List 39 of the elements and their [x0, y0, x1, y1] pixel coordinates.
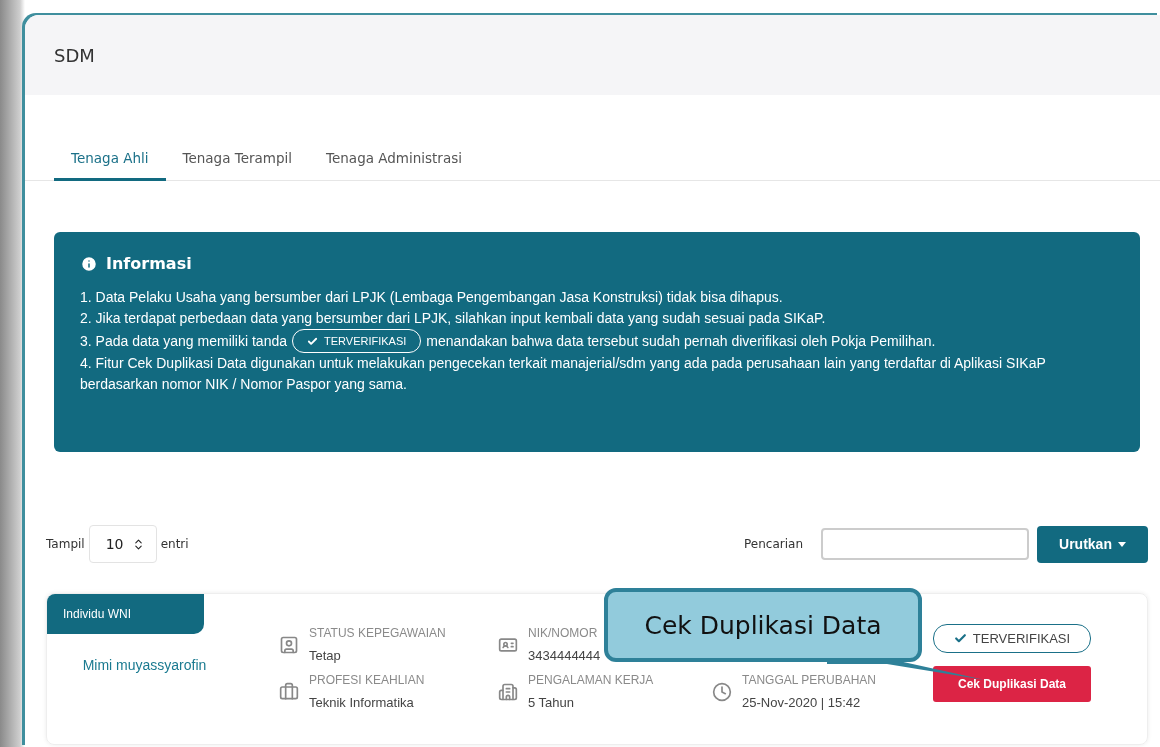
entries-label: entri [160, 537, 189, 551]
caret-icon [1117, 541, 1126, 547]
search-field[interactable] [821, 528, 1029, 560]
badge-icon [279, 634, 299, 655]
field-value: 25-Nov-2020 | 15:42 [742, 695, 862, 710]
info-text: 1. Data Pelaku Usaha yang bersumber dari LPJK (Lembaga Pengembangan Jasa Konstruksi) tidak bisa dihapus. [80, 288, 784, 307]
tab[interactable]: Tenaga Administrasi [309, 135, 479, 181]
tab[interactable]: Tenaga Ahli [54, 135, 166, 181]
field-value: Tetap [309, 648, 342, 663]
field-label: PROFESI KEAHLIAN [309, 673, 425, 687]
badge-text: TERVERIFIKASI [972, 631, 1071, 646]
check-icon [953, 632, 967, 645]
search-label: Pencarian [744, 537, 803, 551]
field-value: Teknik Informatika [309, 695, 415, 710]
show-label: Tampil [46, 537, 85, 551]
check-icon [307, 335, 318, 347]
field-label: STATUS KEPEGAWAIAN [309, 626, 446, 640]
badge-text: TERVERIFIKASI [324, 334, 407, 349]
sort-button[interactable]: Urutkan [1037, 525, 1148, 563]
person-name[interactable]: Mimi muyassyarofin [47, 657, 242, 673]
page-title: SDM [54, 44, 95, 66]
briefcase-icon [279, 681, 299, 702]
duplicate-check-button[interactable]: Cek Duplikasi Data [933, 666, 1091, 702]
info-text: 2. Jika terdapat perbedaan data yang bersumber dari LPJK, silahkan input kembali data yang sudah sesuai pada SIKaP. [80, 309, 827, 328]
tab[interactable]: Tenaga Terampil [165, 135, 310, 181]
page-size-select[interactable]: 10 [88, 525, 157, 563]
callout: Cek Duplikasi Data [604, 588, 922, 662]
info-text: 3. Pada data yang memiliki tanda [80, 332, 287, 351]
info-icon [80, 254, 98, 273]
field-label: TANGGAL PERUBAHAN [742, 673, 877, 687]
info-text: menandakan bahwa data tersebut sudah pernah diverifikasi oleh Pokja Pemilihan. [426, 332, 936, 351]
field-label: PENGALAMAN KERJA [528, 673, 654, 687]
field-value: 3434444444 [528, 648, 601, 663]
clock-icon [712, 681, 732, 702]
building-icon [498, 681, 518, 702]
info-text: 4. Fitur Cek Duplikasi Data digunakan untuk melakukan pengecekan terkait manajerial/sdm yang ada pada perusahaan lain yang terdaftar di Aplikasi SIKaP berdasarkan nomor NIK / Nomor Paspor yang sama. [80, 354, 1047, 394]
field-value: 5 Tahun [528, 695, 576, 710]
field-label: NIK/NOMOR [528, 626, 599, 640]
info-title: Informasi [106, 254, 192, 273]
